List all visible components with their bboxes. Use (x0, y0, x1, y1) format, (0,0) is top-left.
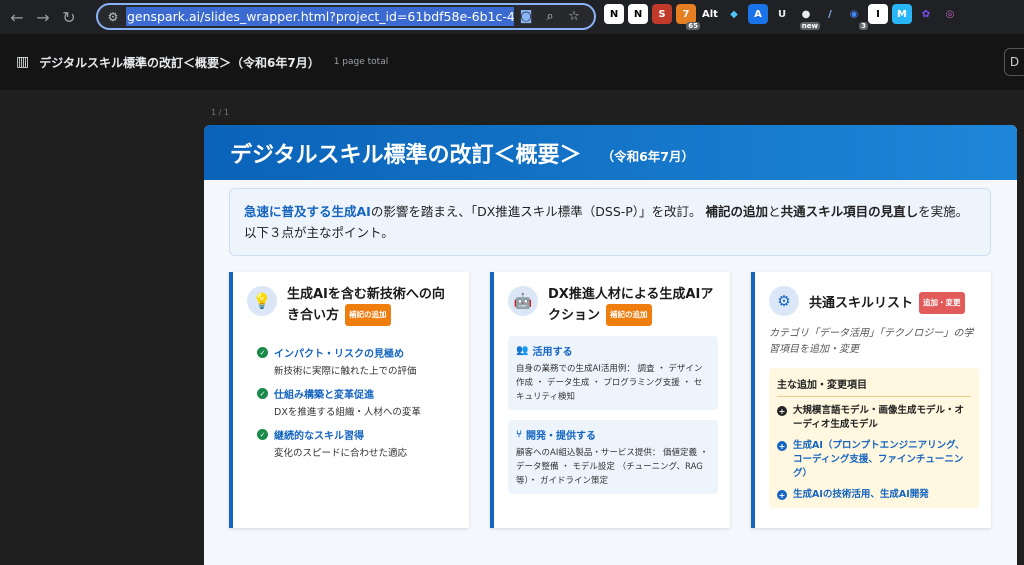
check-circle-icon: ✓ (257, 347, 268, 358)
card-ai-actions: 🤖 DX推進人材による生成AIアクション 補記の追加 👥 活用する 自身の業務での生… (490, 272, 730, 528)
intro-text-2: と (768, 204, 781, 219)
tag-badge: 追加・変更 (919, 292, 965, 314)
check-circle-icon: ✓ (257, 429, 268, 440)
zoom-icon[interactable]: ⌕ (538, 9, 562, 24)
ext-diamond-icon[interactable]: ◆ (724, 4, 744, 24)
card-common-skills: ⚙ 共通スキルリスト 追加・変更 カテゴリ「データ活用」「テクノロジー」の学習項目… (751, 272, 991, 528)
card-title: 共通スキルリスト (809, 296, 914, 311)
ext-feather-icon[interactable]: / (820, 4, 840, 24)
card-desc: カテゴリ「データ活用」「テクノロジー」の学習項目を追加・変更 (769, 328, 974, 355)
item-text: 生成AI（プロンプトエンジニアリング、コーディング支援、ファインチューニング） (793, 440, 965, 479)
app-header: ▥ デジタルスキル標準の改訂＜概要＞（令和6年7月） 1 page total … (0, 34, 1024, 90)
url-text[interactable]: genspark.ai/slides_wrapper.html?project_… (126, 7, 514, 26)
ext-purple-icon[interactable]: ◎ (940, 4, 960, 24)
intro-highlight: 急速に普及する生成AI (244, 204, 371, 219)
slide: デジタルスキル標準の改訂＜概要＞ （令和6年7月） 急速に普及する生成AIの影響… (204, 125, 1017, 565)
plus-circle-icon: + (777, 441, 787, 451)
page-total: 1 page total (333, 57, 389, 67)
lens-icon[interactable]: ◙ (514, 9, 538, 24)
item-title: インパクト・リスクの見極め (274, 349, 404, 360)
reload-icon[interactable]: ↻ (56, 4, 82, 30)
gears-icon: ⚙ (769, 286, 799, 316)
code-branch-icon: ⑂ (516, 429, 522, 440)
list-item: ✓ 仕組み構築と変革促進 DXを推進する組織・人材への変革 (257, 386, 469, 418)
box-title: 活用する (532, 347, 573, 358)
address-bar[interactable]: ⚙ genspark.ai/slides_wrapper.html?projec… (96, 3, 596, 30)
box-desc: 自身の業務での生成AI活用例： 調査 ・ デザイン作成 ・ データ生成 ・ プロ… (516, 364, 703, 402)
slide-header: デジタルスキル標準の改訂＜概要＞ （令和6年7月） (204, 125, 1017, 180)
notion-alt-icon[interactable]: N (628, 4, 648, 24)
list-item: ✓ 継続的なスキル習得 変化のスピードに合わせた適応 (257, 427, 469, 459)
slide-canvas: 1 / 1 デジタルスキル標準の改訂＜概要＞ （令和6年7月） 急速に普及する生… (0, 90, 1024, 565)
notion-icon[interactable]: N (604, 4, 624, 24)
intro-text: の影響を踏まえ、「DX推進スキル標準（DSS-P）」を改訂。 (370, 204, 702, 219)
ext-red-icon[interactable]: S (652, 4, 672, 24)
item-desc: 新技術に実際に触れた上での評価 (274, 366, 417, 377)
changes-title: 主な追加・変更項目 (777, 376, 971, 397)
item-title: 仕組み構築と変革促進 (274, 390, 374, 401)
ext-m-icon[interactable]: M (892, 4, 912, 24)
ext-new-icon[interactable]: ● new (796, 4, 820, 30)
ext-gear-icon[interactable]: ✿ (916, 4, 936, 24)
robot-icon: 🤖 (508, 286, 538, 316)
page-indicator: 1 / 1 (211, 108, 229, 117)
intro-line-2: 以下３点が主なポイント。 (244, 225, 394, 240)
list-item: ✓ インパクト・リスクの見極め 新技術に実際に触れた上での評価 (257, 345, 469, 377)
ext-alt-icon[interactable]: Alt (700, 4, 720, 24)
forward-icon[interactable]: → (30, 4, 56, 30)
back-icon[interactable]: ← (4, 4, 30, 30)
check-circle-icon: ✓ (257, 388, 268, 399)
browser-toolbar: ← → ↻ ⚙ genspark.ai/slides_wrapper.html?… (0, 0, 1024, 34)
list-item: + 生成AIの技術活用、生成AI開発 (777, 488, 971, 502)
box-title: 開発・提供する (526, 431, 596, 442)
document-title: デジタルスキル標準の改訂＜概要＞（令和6年7月） (39, 55, 320, 70)
ext-blue-icon[interactable]: ◉ 3 (844, 4, 868, 30)
develop-box: ⑂ 開発・提供する 顧客へのAI組込製品・サービス提供： 価値定義 ・ データ整備… (508, 420, 718, 494)
user-gear-icon: 👥 (516, 345, 529, 356)
panel-toggle-button[interactable]: D (1004, 48, 1024, 76)
intro-bold-2: 共通スキル項目の見直し (780, 204, 919, 219)
extension-badge: 3 (859, 22, 868, 30)
slide-title: デジタルスキル標準の改訂＜概要＞ (230, 142, 582, 168)
use-box: 👥 活用する 自身の業務での生成AI活用例： 調査 ・ デザイン作成 ・ データ生… (508, 336, 718, 410)
ext-translate-icon[interactable]: A (748, 4, 768, 24)
intro-text-3: を実施。 (918, 204, 969, 219)
lightbulb-icon: 💡 (247, 286, 277, 316)
intro-bold-1: 補記の追加 (705, 204, 769, 219)
item-desc: 変化のスピードに合わせた適応 (274, 448, 408, 459)
bookmark-star-icon[interactable]: ☆ (562, 9, 586, 24)
changes-box: 主な追加・変更項目 + 大規模言語モデル・画像生成モデル・オーディオ生成モデル … (769, 368, 979, 508)
box-desc: 顧客へのAI組込製品・サービス提供： 価値定義 ・ データ整備 ・ モデル設定 … (516, 448, 709, 486)
plus-circle-icon: + (777, 490, 787, 500)
ext-u-icon[interactable]: U (772, 4, 792, 24)
item-text: 生成AIの技術活用、生成AI開発 (793, 489, 929, 500)
extensions-bar: N N S 7 65 Alt ◆ A U ● new / ◉ 3 I M ✿ ◎ (604, 4, 960, 30)
tag-badge: 補記の追加 (606, 304, 652, 326)
item-desc: DXを推進する組織・人材への変革 (274, 407, 421, 418)
intro-box: 急速に普及する生成AIの影響を踏まえ、「DX推進スキル標準（DSS-P）」を改訂… (229, 188, 991, 256)
extension-badge: 65 (686, 22, 700, 30)
item-title: 継続的なスキル習得 (274, 431, 364, 442)
book-icon[interactable]: ▥ (16, 54, 29, 70)
site-settings-icon[interactable]: ⚙ (102, 10, 124, 24)
list-item: + 大規模言語モデル・画像生成モデル・オーディオ生成モデル (777, 404, 971, 432)
item-text: 大規模言語モデル・画像生成モデル・オーディオ生成モデル (793, 405, 965, 430)
tag-badge: 補記の追加 (345, 304, 391, 326)
extension-badge: new (799, 22, 820, 30)
card-new-tech: 💡 生成AIを含む新技術への向き合い方 補記の追加 ✓ インパクト・リスクの見極め … (229, 272, 469, 528)
plus-circle-icon: + (777, 406, 787, 416)
ext-i-icon[interactable]: I (868, 4, 888, 24)
ext-orange-icon[interactable]: 7 65 (676, 4, 700, 30)
slide-subtitle: （令和6年7月） (601, 149, 694, 164)
list-item: + 生成AI（プロンプトエンジニアリング、コーディング支援、ファインチューニング… (777, 439, 971, 481)
